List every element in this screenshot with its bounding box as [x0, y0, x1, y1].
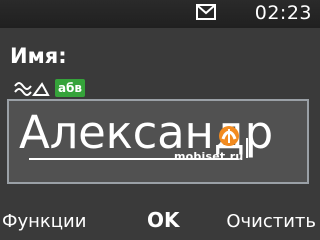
envelope-icon — [196, 4, 216, 20]
clock: 02:23 — [254, 2, 312, 24]
text-cursor — [246, 138, 248, 158]
predictive-text-icon — [14, 82, 50, 96]
status-bar: 02:23 — [0, 0, 320, 28]
field-label: Имя: — [10, 44, 67, 68]
clear-softkey[interactable]: Очистить — [226, 210, 316, 234]
input-mode-badge[interactable]: абв — [55, 79, 85, 97]
watermark-logo — [219, 126, 239, 146]
watermark-text: mobiset.ru — [174, 150, 244, 163]
functions-softkey[interactable]: Функции — [2, 210, 86, 234]
softkey-bar: Функции OK Очистить — [0, 206, 320, 240]
ok-softkey[interactable]: OK — [147, 208, 180, 232]
name-input-field[interactable]: Александр — [7, 99, 309, 184]
